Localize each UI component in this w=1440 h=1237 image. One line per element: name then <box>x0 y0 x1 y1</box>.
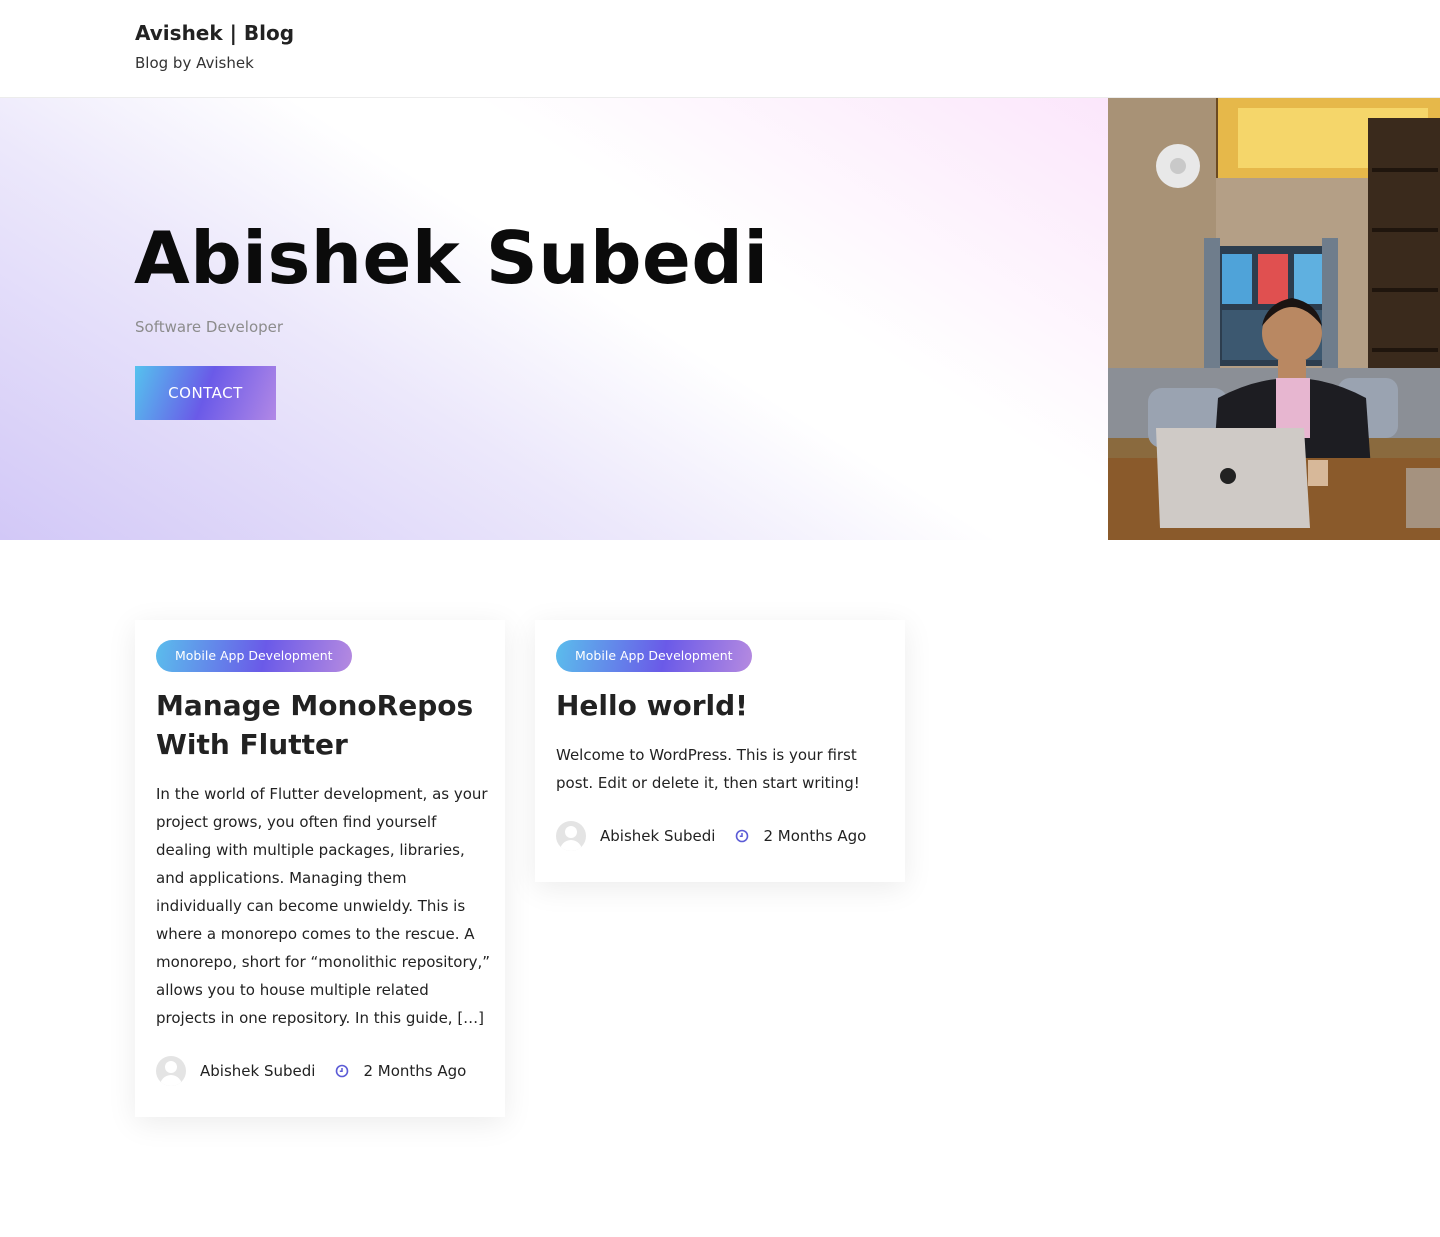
post-title-link[interactable]: Hello world! <box>556 686 886 725</box>
profile-photo-illustration <box>1108 98 1440 540</box>
clock-icon <box>336 1064 349 1078</box>
hero-section: Abishek Subedi Software Developer CONTAC… <box>0 98 1108 540</box>
author-link[interactable]: Abishek Subedi <box>200 1062 315 1080</box>
post-meta: Abishek Subedi 2 Months Ago <box>156 1056 466 1086</box>
post-meta: Abishek Subedi 2 Months Ago <box>556 821 866 851</box>
clock-icon <box>736 829 749 843</box>
post-date: 2 Months Ago <box>363 1062 467 1080</box>
author-link[interactable]: Abishek Subedi <box>600 827 715 845</box>
post-title-link[interactable]: Manage MonoRepos With Flutter <box>156 686 486 764</box>
category-badge[interactable]: Mobile App Development <box>556 640 752 672</box>
post-card: Mobile App Development Manage MonoRepos … <box>135 620 505 1117</box>
avatar <box>156 1056 186 1086</box>
avatar <box>556 821 586 851</box>
post-excerpt: In the world of Flutter development, as … <box>156 785 491 1027</box>
hero-profile-photo <box>1108 98 1440 540</box>
category-badge[interactable]: Mobile App Development <box>156 640 352 672</box>
hero-role-text: Software Developer <box>135 318 284 336</box>
site-header: Avishek | Blog Blog by Avishek <box>0 0 1440 98</box>
site-title-link[interactable]: Avishek | Blog <box>135 21 294 45</box>
hero-name-heading: Abishek Subedi <box>134 216 769 300</box>
site-tagline: Blog by Avishek <box>135 54 254 72</box>
post-excerpt: Welcome to WordPress. This is your first… <box>556 746 860 792</box>
post-card: Mobile App Development Hello world! Welc… <box>535 620 905 882</box>
post-date: 2 Months Ago <box>763 827 867 845</box>
contact-button[interactable]: CONTACT <box>135 366 276 420</box>
